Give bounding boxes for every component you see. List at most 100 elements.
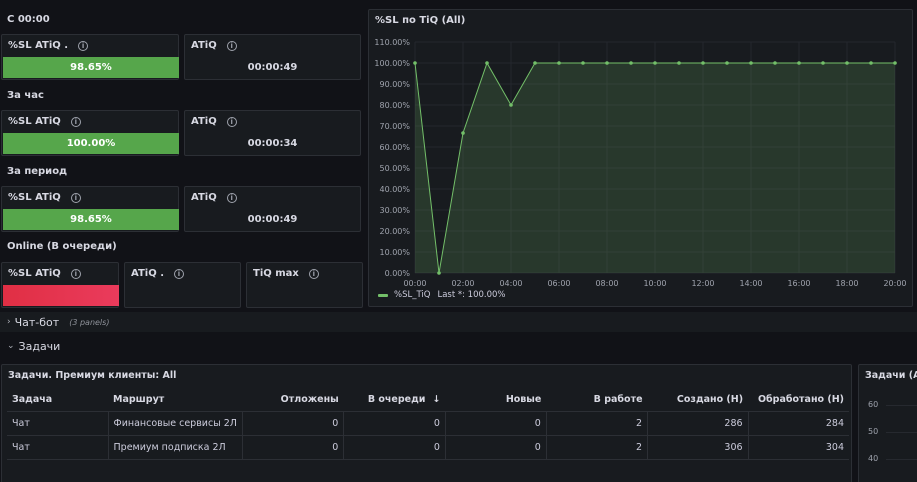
- y-tick-label: 100.00%: [374, 59, 410, 68]
- section-title-today: С 00:00: [7, 14, 50, 25]
- grid-line: [886, 405, 917, 406]
- series-point[interactable]: [869, 61, 873, 65]
- stat-panel-atiq-hour[interactable]: ATiQ i 00:00:34: [184, 110, 361, 156]
- series-point[interactable]: [533, 61, 537, 65]
- series-point[interactable]: [461, 131, 465, 135]
- y-tick-label: 60: [868, 400, 879, 409]
- stat-panel-atiq-online[interactable]: ATiQ . i: [124, 262, 241, 308]
- x-tick-label: 18:00: [835, 279, 858, 288]
- panel-title: ATiQ: [191, 116, 217, 127]
- column-header-in-queue[interactable]: В очереди ↓: [343, 389, 446, 412]
- y-tick-label: 10.00%: [379, 248, 410, 257]
- table-row[interactable]: Чат Премиум подписка 2Л 0 0 0 2 306 304: [7, 435, 849, 460]
- column-header-in-work[interactable]: В работе: [546, 389, 648, 412]
- y-tick-label: 60.00%: [379, 143, 410, 152]
- series-point[interactable]: [509, 103, 513, 107]
- y-tick-label: 50.00%: [379, 164, 410, 173]
- y-tick-label: 30.00%: [379, 206, 410, 215]
- panel-title: %SL ATiQ: [8, 192, 61, 203]
- info-icon[interactable]: i: [226, 41, 237, 51]
- column-header-created[interactable]: Создано (Н): [647, 389, 749, 412]
- series-point[interactable]: [725, 61, 729, 65]
- cell-in-work: 2: [546, 435, 649, 460]
- panel-title: TiQ max: [253, 268, 299, 279]
- sl-gauge-bar: 98.65%: [3, 57, 179, 78]
- series-point[interactable]: [701, 61, 705, 65]
- info-icon[interactable]: i: [70, 269, 81, 279]
- x-tick-label: 08:00: [595, 279, 618, 288]
- x-tick-label: 16:00: [787, 279, 810, 288]
- series-point[interactable]: [653, 61, 657, 65]
- chart-panel-tasks-all[interactable]: Задачи (All) 60 50 40: [858, 364, 917, 482]
- series-point[interactable]: [893, 61, 897, 65]
- info-icon[interactable]: i: [308, 269, 319, 279]
- info-icon[interactable]: i: [78, 41, 89, 51]
- cell-route: Финансовые сервисы 2Л: [108, 411, 243, 436]
- stat-panel-atiq-today[interactable]: ATiQ i 00:00:49: [184, 34, 361, 80]
- cell-in-queue: 0: [343, 435, 446, 460]
- series-point[interactable]: [821, 61, 825, 65]
- series-point[interactable]: [677, 61, 681, 65]
- series-point[interactable]: [413, 61, 417, 65]
- series-point[interactable]: [437, 271, 441, 275]
- panel-title: ATiQ: [191, 40, 217, 51]
- stat-panel-sl-period[interactable]: %SL ATiQ i 98.65%: [1, 186, 179, 232]
- cell-processed: 284: [748, 411, 849, 436]
- x-tick-label: 06:00: [547, 279, 570, 288]
- series-area: [415, 63, 895, 273]
- row-title: Задачи: [18, 339, 61, 353]
- series-point[interactable]: [845, 61, 849, 65]
- cell-created: 286: [647, 411, 749, 436]
- y-tick-label: 80.00%: [379, 101, 410, 110]
- x-tick-label: 04:00: [499, 279, 522, 288]
- series-point[interactable]: [629, 61, 633, 65]
- legend-series-name: %SL_TiQ: [394, 290, 431, 300]
- stat-panel-sl-today[interactable]: %SL ATiQ . i 98.65%: [1, 34, 179, 80]
- cell-task: Чат: [7, 411, 109, 436]
- row-panel-count: (3 panels): [69, 317, 110, 327]
- stat-panel-atiq-period[interactable]: ATiQ i 00:00:49: [184, 186, 361, 232]
- info-icon[interactable]: i: [226, 193, 237, 203]
- info-icon[interactable]: i: [70, 193, 81, 203]
- column-header-route[interactable]: Маршрут: [108, 389, 243, 412]
- grid-line: [886, 432, 917, 433]
- chart-legend[interactable]: %SL_TiQ Last *: 100.00%: [378, 290, 506, 300]
- column-header-new[interactable]: Новые: [445, 389, 547, 412]
- x-tick-label: 10:00: [643, 279, 666, 288]
- stat-panel-sl-hour[interactable]: %SL ATiQ i 100.00%: [1, 110, 179, 156]
- stat-panel-sl-online[interactable]: %SL ATiQ i: [1, 262, 119, 308]
- series-point[interactable]: [605, 61, 609, 65]
- column-header-processed[interactable]: Обработано (Н): [748, 389, 849, 412]
- table-title: Задачи. Премиум клиенты: All: [8, 370, 177, 381]
- panel-title: %SL ATiQ .: [8, 40, 69, 51]
- sl-gauge-bar: 98.65%: [3, 209, 179, 230]
- column-header-task[interactable]: Задача: [7, 389, 109, 412]
- row-header-tasks[interactable]: ⌄ Задачи: [0, 336, 917, 356]
- series-point[interactable]: [581, 61, 585, 65]
- legend-swatch: [378, 293, 388, 297]
- x-tick-label: 14:00: [739, 279, 762, 288]
- info-icon[interactable]: i: [226, 117, 237, 127]
- cell-processed: 304: [748, 435, 849, 460]
- cell-in-work: 2: [546, 411, 649, 436]
- x-tick-label: 02:00: [451, 279, 474, 288]
- series-point[interactable]: [797, 61, 801, 65]
- grid-line: [886, 459, 917, 460]
- cell-postponed: 0: [242, 435, 345, 460]
- stat-panel-tiq-max-online[interactable]: TiQ max i: [246, 262, 363, 308]
- cell-new: 0: [445, 435, 547, 460]
- chart-panel-sl-tiq[interactable]: %SL по TiQ (All) 0.00% 10.00% 20.00% 30.00%…: [368, 9, 913, 307]
- series-point[interactable]: [557, 61, 561, 65]
- series-point[interactable]: [749, 61, 753, 65]
- series-point[interactable]: [773, 61, 777, 65]
- table-panel-tasks-premium[interactable]: Задачи. Премиум клиенты: All Задача Марш…: [1, 364, 852, 482]
- info-icon[interactable]: i: [174, 269, 184, 279]
- info-icon[interactable]: i: [70, 117, 81, 127]
- series-point[interactable]: [485, 61, 489, 65]
- panel-title: ATiQ: [191, 192, 217, 203]
- row-header-chatbot[interactable]: › Чат-бот (3 panels): [0, 312, 917, 332]
- panel-title: ATiQ .: [131, 268, 164, 279]
- table-row[interactable]: Чат Финансовые сервисы 2Л 0 0 0 2 286 284: [7, 411, 849, 436]
- chevron-down-icon: ⌄: [7, 341, 15, 351]
- column-header-postponed[interactable]: Отложены: [242, 389, 344, 412]
